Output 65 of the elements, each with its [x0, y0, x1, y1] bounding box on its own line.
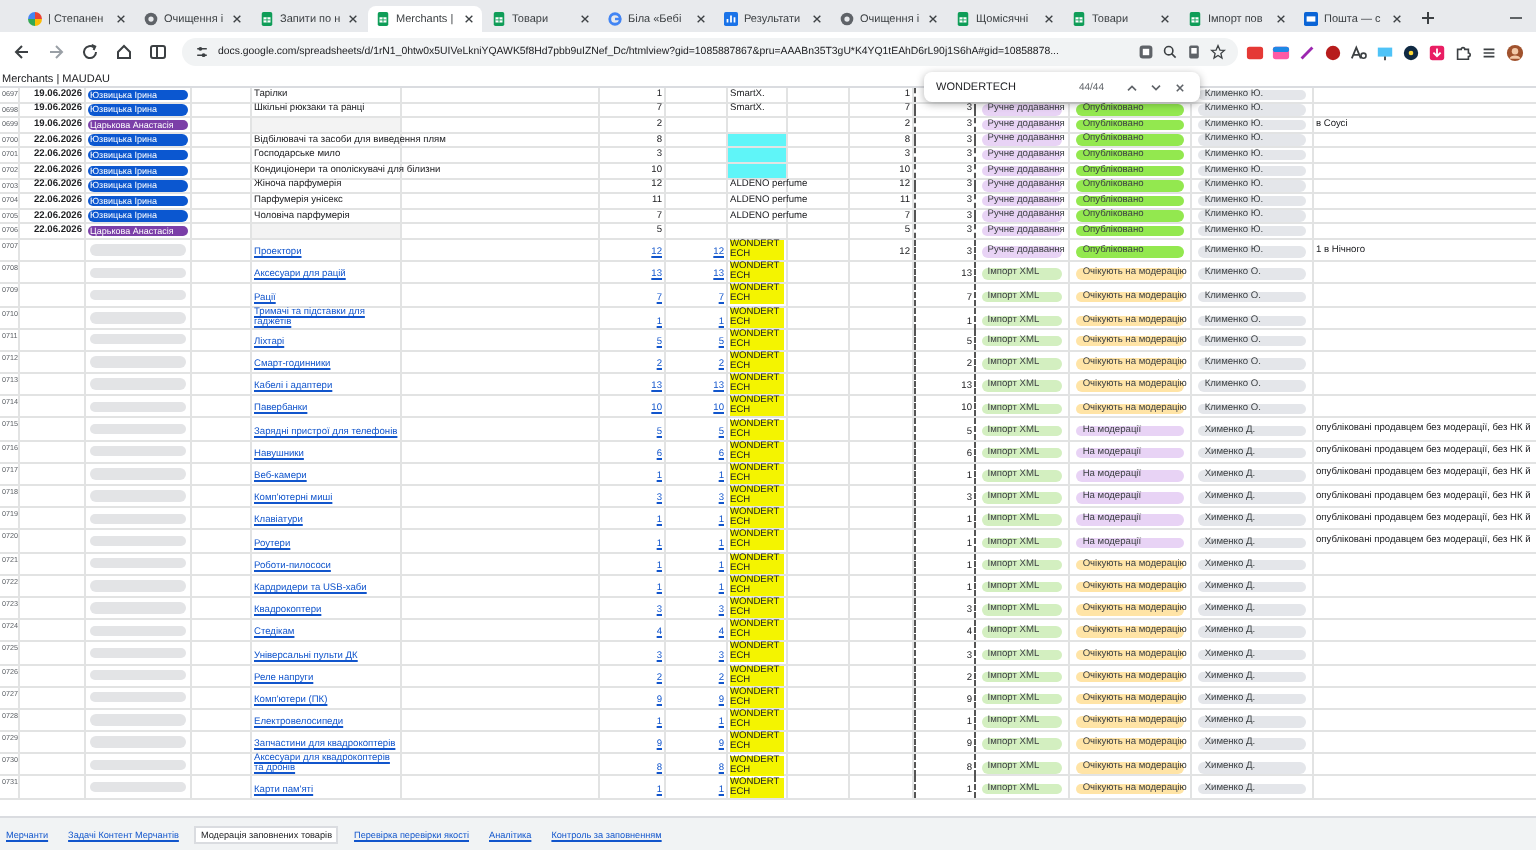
- close-icon[interactable]: [464, 14, 474, 24]
- next-match-icon[interactable]: [1148, 79, 1164, 95]
- chart-icon: [724, 12, 738, 26]
- empty-chip: [90, 423, 186, 435]
- extension-icon[interactable]: [1402, 43, 1420, 61]
- globe-icon: [144, 12, 158, 26]
- empty-chip: [90, 356, 186, 368]
- empty-chip: [90, 490, 186, 502]
- home-icon[interactable]: [114, 42, 134, 62]
- zoom-icon[interactable]: [1162, 44, 1178, 60]
- empty-chip: [90, 446, 186, 457]
- empty-chip: [90, 468, 186, 480]
- close-icon[interactable]: [1276, 14, 1286, 24]
- spreadsheet-icon: [1188, 12, 1202, 26]
- g-letter-icon: [608, 12, 622, 26]
- close-icon[interactable]: [1044, 14, 1054, 24]
- close-icon[interactable]: [928, 14, 938, 24]
- menu-icon[interactable]: [1480, 43, 1498, 61]
- empty-chip: [90, 669, 186, 681]
- close-icon[interactable]: [116, 14, 126, 24]
- reload-icon[interactable]: [80, 42, 100, 62]
- empty-chip: [90, 714, 186, 726]
- spreadsheet-icon: [376, 12, 390, 26]
- close-icon[interactable]: [1160, 14, 1170, 24]
- empty-chip: [90, 580, 186, 592]
- empty-chip: [90, 692, 186, 703]
- empty-chip: [90, 736, 186, 748]
- empty-chip: [90, 781, 186, 793]
- pinwheel-icon: [28, 12, 42, 26]
- close-icon[interactable]: [232, 14, 242, 24]
- spreadsheet-icon: [1072, 12, 1086, 26]
- spreadsheet-icon: [956, 12, 970, 26]
- empty-chip: [90, 535, 186, 547]
- empty-chip: [90, 625, 186, 636]
- empty-chip: [90, 760, 186, 771]
- close-icon[interactable]: [1392, 14, 1402, 24]
- star-icon[interactable]: [1210, 44, 1226, 60]
- empty-chip: [90, 334, 186, 345]
- close-icon[interactable]: [696, 14, 706, 24]
- mail-icon: [1304, 12, 1318, 26]
- close-icon[interactable]: [580, 14, 590, 24]
- extension-icon[interactable]: [1350, 43, 1368, 61]
- empty-chip: [90, 557, 186, 569]
- empty-chip: [90, 401, 186, 413]
- sidebar-icon[interactable]: [148, 42, 168, 62]
- close-icon[interactable]: [348, 14, 358, 24]
- empty-chip: [90, 647, 186, 659]
- close-icon[interactable]: [1172, 79, 1188, 95]
- empty-chip: [90, 312, 186, 324]
- empty-chip: [90, 244, 186, 256]
- empty-chip: [90, 378, 186, 390]
- spreadsheet-icon: [260, 12, 274, 26]
- empty-chip: [90, 267, 186, 278]
- new-tab-icon[interactable]: [1420, 10, 1436, 26]
- empty-chip: [90, 602, 186, 614]
- forward-icon[interactable]: [46, 42, 66, 62]
- back-icon[interactable]: [12, 42, 32, 62]
- avatar-icon[interactable]: [1506, 43, 1524, 61]
- empty-chip: [90, 513, 186, 524]
- tune-icon[interactable]: [194, 44, 210, 60]
- extension-icon[interactable]: [1454, 43, 1472, 61]
- globe-icon: [840, 12, 854, 26]
- empty-chip: [90, 289, 186, 301]
- close-icon[interactable]: [812, 14, 822, 24]
- spreadsheet-icon: [492, 12, 506, 26]
